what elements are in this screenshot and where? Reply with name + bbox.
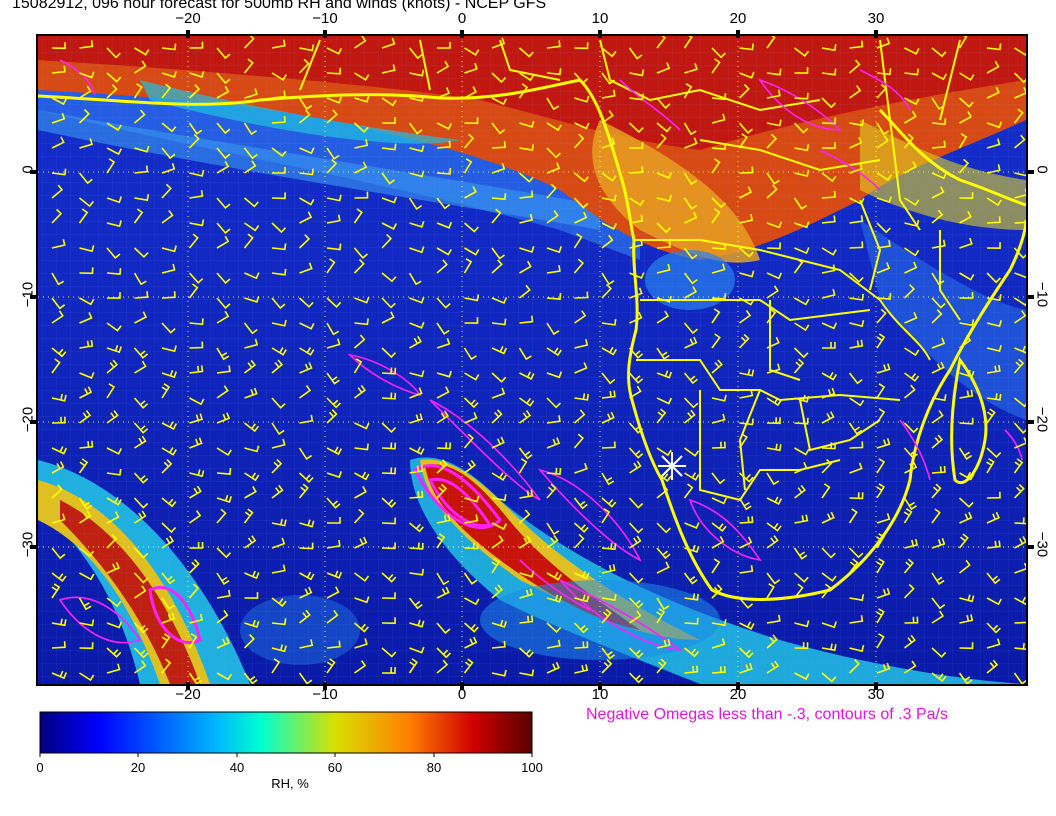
colorbar-tick-label: 40	[229, 760, 245, 775]
colorbar-tick-label: 0	[36, 760, 44, 775]
colorbar-tick-label: 60	[327, 760, 343, 775]
colorbar-unit-label: RH, %	[271, 776, 309, 791]
rh-colorbar	[39, 711, 533, 757]
location-star-icon	[658, 452, 686, 480]
colorbar-tick-label: 100	[521, 760, 543, 775]
rh-field	[38, 36, 1026, 684]
colorbar-tick-label: 20	[130, 760, 146, 775]
map-canvas	[30, 30, 1034, 757]
colorbar-tick-label: 80	[426, 760, 442, 775]
omega-legend-note: Negative Omegas less than -.3, contours …	[586, 706, 948, 723]
